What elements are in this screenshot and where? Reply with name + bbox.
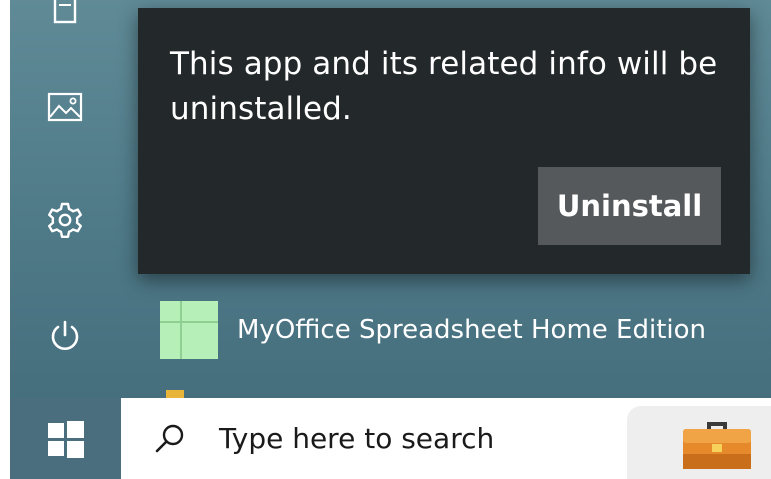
app-list-item[interactable]: MyOffice Spreadsheet Home Edition <box>150 292 750 368</box>
taskbar-pinned-area <box>627 406 771 479</box>
uninstall-message-line2: uninstalled. <box>170 91 352 127</box>
search-icon <box>149 418 191 460</box>
uninstall-message-line1: This app and its related info will be <box>170 46 718 82</box>
windows-logo-icon <box>47 420 84 458</box>
next-app-icon-partial <box>166 390 184 398</box>
uninstall-message: This app and its related info will be un… <box>170 42 730 132</box>
document-icon[interactable] <box>42 0 88 32</box>
uninstall-confirmation-flyout: This app and its related info will be un… <box>138 8 750 274</box>
search-placeholder: Type here to search <box>219 422 495 455</box>
pictures-icon[interactable] <box>42 84 88 130</box>
start-button[interactable] <box>10 398 121 479</box>
desktop-screen: This app and its related info will be un… <box>0 0 771 479</box>
start-menu-left-rail <box>10 0 120 398</box>
toolbox-icon <box>683 422 751 469</box>
uninstall-button[interactable]: Uninstall <box>538 167 721 245</box>
taskbar: Type here to search <box>0 398 771 479</box>
toolbox-app-button[interactable] <box>677 410 757 476</box>
taskbar-search-box[interactable]: Type here to search <box>127 398 617 479</box>
power-icon[interactable] <box>42 313 88 359</box>
app-list-item-label: MyOffice Spreadsheet Home Edition <box>237 315 707 345</box>
settings-gear-icon[interactable] <box>42 197 88 243</box>
spreadsheet-app-icon <box>160 301 218 359</box>
